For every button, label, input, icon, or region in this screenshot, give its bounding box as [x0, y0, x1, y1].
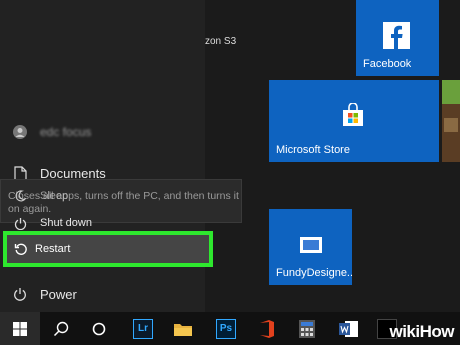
minecraft-grass	[442, 80, 460, 104]
minecraft-tile[interactable]	[442, 80, 460, 162]
facebook-tile[interactable]: Facebook	[356, 0, 439, 76]
facebook-label: Facebook	[363, 58, 412, 70]
user-avatar	[0, 125, 40, 139]
file-explorer-button[interactable]	[164, 312, 202, 345]
lightroom-button[interactable]: Lr	[124, 312, 162, 345]
office-button[interactable]	[248, 312, 286, 345]
power-label: Power	[40, 286, 77, 302]
wikihow-watermark: wikiHow	[389, 322, 454, 342]
cortana-icon	[92, 322, 106, 335]
fundy-label: FundyDesigne...	[276, 267, 352, 279]
watermark-wiki: wiki	[389, 322, 420, 341]
fundy-icon	[300, 237, 322, 253]
cortana-button[interactable]	[80, 312, 118, 345]
sleep-label: Sleep	[40, 190, 69, 202]
facebook-icon	[383, 22, 410, 49]
store-icon	[341, 102, 365, 132]
power-icon	[0, 287, 40, 301]
restart-icon	[7, 242, 35, 256]
shutdown-item[interactable]: Shut down	[0, 214, 92, 232]
restart-label: Restart	[35, 243, 71, 255]
sleep-item[interactable]: Sleep	[0, 188, 68, 204]
word-icon	[339, 320, 358, 337]
search-button[interactable]	[42, 312, 80, 345]
fundy-tile[interactable]: FundyDesigne...	[269, 209, 352, 285]
lightroom-icon: Lr	[133, 318, 153, 339]
microsoft-store-tile[interactable]: Microsoft Store	[269, 80, 439, 162]
power-icon	[0, 217, 40, 230]
windows-icon	[13, 321, 27, 336]
start-button[interactable]	[0, 312, 40, 345]
shutdown-label: Shut down	[40, 217, 92, 229]
photoshop-button[interactable]: Ps	[207, 312, 245, 345]
folder-icon	[174, 323, 192, 336]
power-item[interactable]: Power	[0, 284, 77, 304]
user-account[interactable]: edc focus	[0, 122, 91, 142]
background-text: zon S3	[205, 36, 237, 47]
user-name: edc focus	[40, 125, 92, 139]
minecraft-block	[444, 118, 458, 132]
photoshop-icon: Ps	[216, 318, 236, 339]
search-icon	[53, 321, 69, 336]
store-label: Microsoft Store	[276, 144, 350, 156]
restart-button[interactable]: Restart	[3, 231, 213, 267]
word-button[interactable]	[330, 312, 368, 345]
sleep-icon	[0, 190, 40, 202]
calculator-button[interactable]	[288, 312, 326, 345]
calculator-icon	[299, 319, 315, 338]
watermark-how: How	[419, 322, 455, 341]
office-icon	[260, 319, 274, 338]
